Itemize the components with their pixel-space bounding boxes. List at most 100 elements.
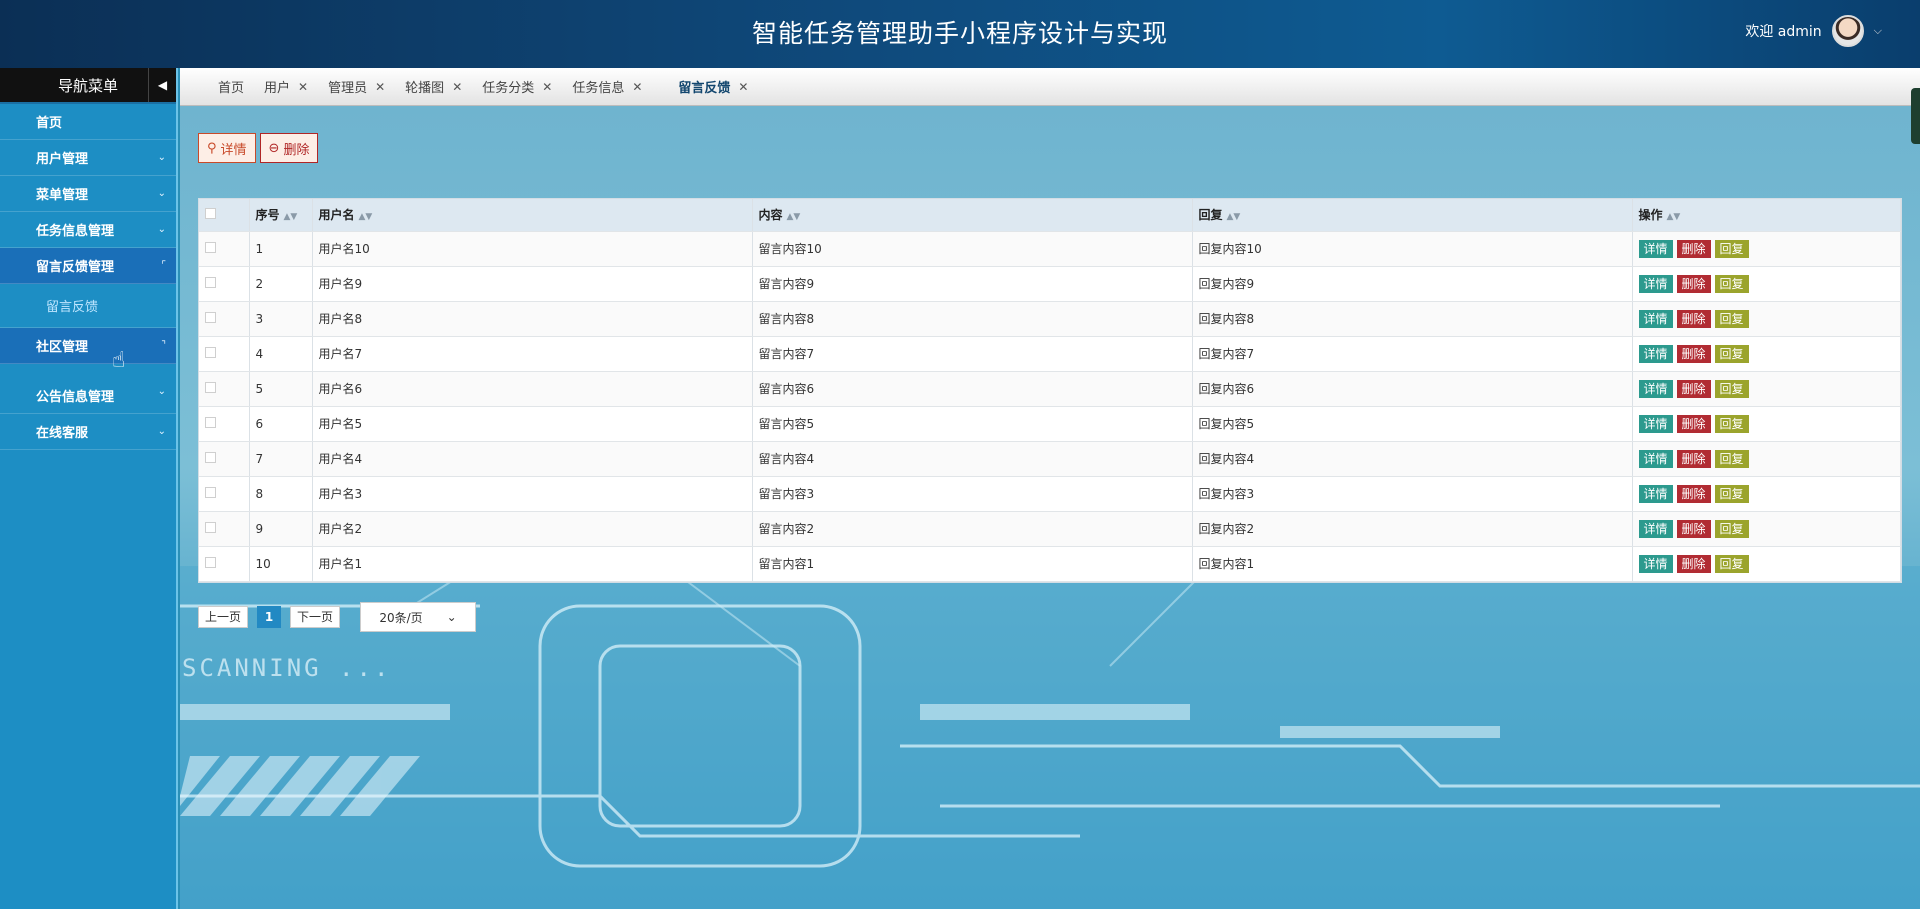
row-checkbox[interactable] [205,556,216,568]
chevron-down-icon[interactable]: ⌵ [1874,24,1882,38]
row-reply-button[interactable]: 回复 [1714,414,1749,433]
row-detail-button[interactable]: 详情 [1638,554,1673,573]
row-checkbox-cell[interactable] [199,301,250,337]
column-header-actions[interactable]: 操作 ▲▼ [1632,199,1901,232]
row-checkbox-cell[interactable] [199,231,250,267]
close-icon[interactable]: ✕ [738,80,748,94]
row-checkbox-cell[interactable] [199,266,250,302]
prev-page-button[interactable]: 上一页 [198,606,249,628]
row-checkbox-cell[interactable] [199,546,250,582]
tab-feedback[interactable]: 留言反馈 ✕ [678,77,748,97]
sort-icon[interactable]: ▲▼ [359,212,373,222]
select-all-checkbox[interactable] [205,207,216,219]
tab-task-category[interactable]: 任务分类 ✕ [482,77,552,97]
row-checkbox[interactable] [205,311,216,323]
avatar[interactable] [1831,15,1864,47]
user-menu[interactable]: 欢迎 admin ⌵ [1745,14,1882,48]
main-content: SCANNING ... ⚲ 详情 ⊖ 删除 序号 ▲▼ 用户名 ▲▼ 内容 ▲▼ [180,106,1920,909]
row-detail-button[interactable]: 详情 [1638,239,1673,258]
row-detail-button[interactable]: 详情 [1638,414,1673,433]
row-delete-button[interactable]: 删除 [1676,274,1711,293]
row-detail-button[interactable]: 详情 [1638,274,1673,293]
sidebar-item-home[interactable]: 首页 [0,104,176,140]
sidebar-item-notices[interactable]: 公告信息管理 ⌄ [0,364,176,414]
row-checkbox[interactable] [205,451,216,463]
row-delete-button[interactable]: 删除 [1676,414,1711,433]
side-handle[interactable] [1911,88,1920,144]
collapse-left-icon[interactable]: ◀ [148,68,176,102]
row-detail-button[interactable]: 详情 [1638,484,1673,503]
sidebar-item-label: 首页 [36,116,63,131]
delete-button[interactable]: ⊖ 删除 [259,133,319,163]
row-detail-button[interactable]: 详情 [1638,309,1673,328]
row-delete-button[interactable]: 删除 [1676,309,1711,328]
row-detail-button[interactable]: 详情 [1638,449,1673,468]
row-checkbox-cell[interactable] [199,406,250,442]
row-reply-button[interactable]: 回复 [1714,379,1749,398]
row-reply-button[interactable]: 回复 [1714,239,1749,258]
cell-no: 9 [249,511,313,547]
sidebar-item-tasks[interactable]: 任务信息管理 ⌄ [0,212,176,248]
tab-label: 轮播图 [405,81,445,96]
row-reply-button[interactable]: 回复 [1714,449,1749,468]
row-checkbox[interactable] [205,416,216,428]
sidebar-item-menus[interactable]: 菜单管理 ⌄ [0,176,176,212]
row-checkbox-cell[interactable] [199,476,250,512]
row-checkbox-cell[interactable] [199,371,250,407]
row-delete-button[interactable]: 删除 [1676,379,1711,398]
row-reply-button[interactable]: 回复 [1714,274,1749,293]
sidebar-subitem-feedback[interactable]: 留言反馈 [0,284,176,328]
row-delete-button[interactable]: 删除 [1676,449,1711,468]
row-delete-button[interactable]: 删除 [1676,344,1711,363]
detail-button[interactable]: ⚲ 详情 [198,133,256,163]
current-page[interactable]: 1 [257,606,282,628]
row-delete-button[interactable]: 删除 [1676,554,1711,573]
row-checkbox-cell[interactable] [199,441,250,477]
row-checkbox[interactable] [205,346,216,358]
row-detail-button[interactable]: 详情 [1638,519,1673,538]
tab-admins[interactable]: 管理员 ✕ [328,77,385,97]
sidebar-item-users[interactable]: 用户管理 ⌄ [0,140,176,176]
row-checkbox[interactable] [205,521,216,533]
close-icon[interactable]: ✕ [375,80,385,94]
row-reply-button[interactable]: 回复 [1714,484,1749,503]
detail-button-label: 详情 [220,142,247,158]
row-delete-button[interactable]: 删除 [1676,519,1711,538]
column-header-content[interactable]: 内容 ▲▼ [752,199,1193,232]
tab-home[interactable]: 首页 [218,77,244,96]
row-reply-button[interactable]: 回复 [1714,344,1749,363]
row-checkbox[interactable] [205,486,216,498]
tab-users[interactable]: 用户 ✕ [264,77,308,97]
row-checkbox[interactable] [205,241,216,253]
next-page-button[interactable]: 下一页 [290,606,341,628]
column-header-reply[interactable]: 回复 ▲▼ [1192,199,1633,232]
page-size-select[interactable]: 20条/页 ⌄ [360,602,477,632]
sidebar-item-community[interactable]: 社区管理 ⌝ [0,328,176,364]
close-icon[interactable]: ✕ [632,80,642,94]
close-icon[interactable]: ✕ [542,80,552,94]
row-delete-button[interactable]: 删除 [1676,484,1711,503]
column-header-user[interactable]: 用户名 ▲▼ [312,199,753,232]
column-header-no[interactable]: 序号 ▲▼ [249,199,313,232]
sort-icon[interactable]: ▲▼ [787,212,801,222]
row-checkbox[interactable] [205,276,216,288]
row-checkbox-cell[interactable] [199,336,250,372]
select-all-checkbox-cell[interactable] [199,199,250,232]
row-detail-button[interactable]: 详情 [1638,344,1673,363]
row-checkbox[interactable] [205,381,216,393]
row-reply-button[interactable]: 回复 [1714,309,1749,328]
close-icon[interactable]: ✕ [452,80,462,94]
row-detail-button[interactable]: 详情 [1638,379,1673,398]
close-icon[interactable]: ✕ [298,80,308,94]
tab-task-info[interactable]: 任务信息 ✕ [572,77,642,97]
row-checkbox-cell[interactable] [199,511,250,547]
sidebar-item-support[interactable]: 在线客服 ⌄ [0,414,176,450]
sort-icon[interactable]: ▲▼ [284,212,298,222]
row-reply-button[interactable]: 回复 [1714,519,1749,538]
sort-icon[interactable]: ▲▼ [1667,212,1681,222]
sort-icon[interactable]: ▲▼ [1227,212,1241,222]
row-reply-button[interactable]: 回复 [1714,554,1749,573]
tab-carousel[interactable]: 轮播图 ✕ [405,77,462,97]
sidebar-item-feedback[interactable]: 留言反馈管理 ⌜ [0,248,176,284]
row-delete-button[interactable]: 删除 [1676,239,1711,258]
